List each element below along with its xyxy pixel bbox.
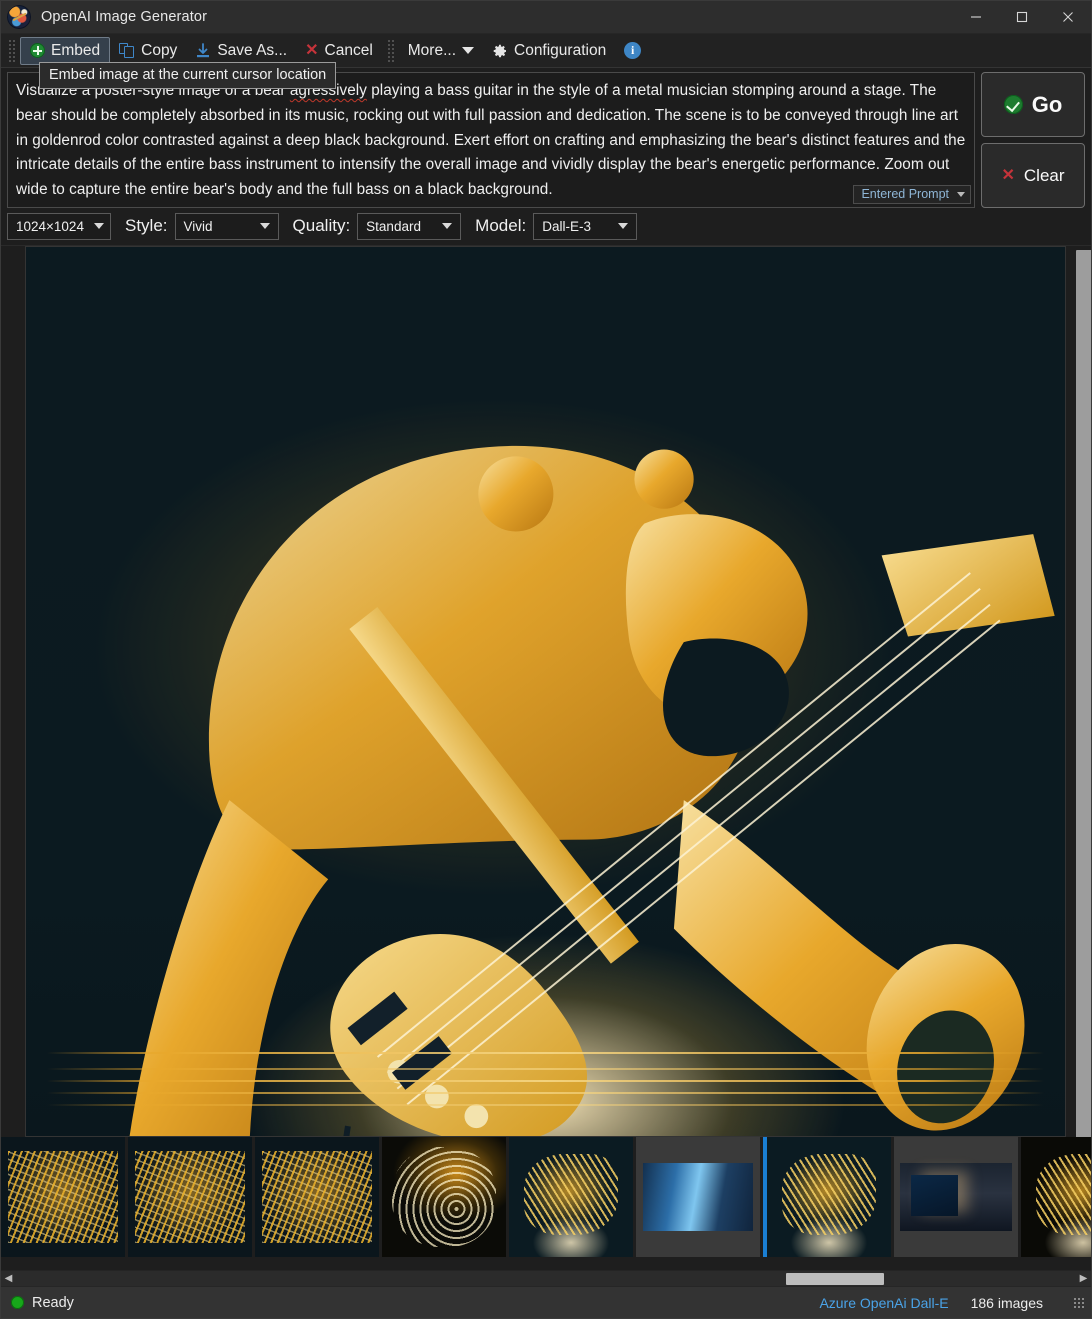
plus-circle-icon <box>30 43 45 58</box>
save-as-button[interactable]: Save As... <box>186 37 296 65</box>
scroll-left-icon[interactable]: ◀ <box>1 1273 16 1284</box>
window-title: OpenAI Image Generator <box>41 9 208 25</box>
options-row: 1024×1024 Style: Vivid Quality: Standard… <box>1 209 1091 245</box>
copy-button[interactable]: Copy <box>110 37 186 65</box>
toolbar-grip-2[interactable] <box>385 37 395 64</box>
prompt-source-label: Entered Prompt <box>861 187 949 202</box>
go-button-label: Go <box>1031 91 1063 117</box>
configuration-button-label: Configuration <box>514 41 607 59</box>
generated-image-canvas[interactable] <box>25 245 1066 1137</box>
style-dropdown[interactable]: Vivid <box>174 212 279 240</box>
go-button[interactable]: Go <box>981 72 1085 137</box>
model-value: Dall-E-3 <box>542 218 591 234</box>
thumbnail-item[interactable] <box>636 1137 760 1257</box>
style-label: Style: <box>125 216 168 236</box>
app-logo-icon <box>7 5 31 29</box>
status-service-link[interactable]: Azure OpenAi Dall-E <box>819 1295 948 1311</box>
cancel-button[interactable]: ✕ Cancel <box>296 37 382 65</box>
thumbnail-item[interactable] <box>1021 1137 1091 1257</box>
info-button[interactable]: i <box>615 37 650 65</box>
window-controls <box>953 1 1091 34</box>
thumbnail-item[interactable] <box>1 1137 125 1257</box>
thumbnail-item[interactable] <box>894 1137 1018 1257</box>
thumbnail-item[interactable] <box>382 1137 506 1257</box>
title-bar: OpenAI Image Generator <box>1 1 1091 34</box>
quality-dropdown[interactable]: Standard <box>357 212 462 240</box>
generated-image <box>26 246 1065 1136</box>
status-bar: Ready Azure OpenAi Dall-E 186 images <box>1 1286 1091 1318</box>
maximize-icon[interactable] <box>999 1 1045 34</box>
clear-button-label: Clear <box>1023 165 1065 185</box>
size-value: 1024×1024 <box>16 218 84 234</box>
chevron-down-icon <box>957 191 965 197</box>
status-indicator-icon <box>11 1296 24 1309</box>
status-image-count: 186 images <box>970 1294 1043 1311</box>
check-circle-icon <box>1003 95 1023 114</box>
save-as-button-label: Save As... <box>217 41 288 59</box>
image-viewer <box>1 244 1091 1137</box>
download-icon <box>195 42 211 59</box>
x-mark-icon: ✕ <box>1001 166 1015 184</box>
prompt-text-part2: playing a bass guitar in the style of a … <box>16 82 966 199</box>
thumbnail-item[interactable] <box>128 1137 252 1257</box>
toolbar-grip[interactable] <box>7 37 16 64</box>
info-icon: i <box>624 42 642 59</box>
toolbar: Embed Copy Save As... ✕ Cancel More... C… <box>1 34 1091 89</box>
size-dropdown[interactable]: 1024×1024 <box>7 212 111 240</box>
chevron-down-icon <box>442 223 453 230</box>
scroll-right-icon[interactable]: ▶ <box>1076 1273 1091 1284</box>
quality-label: Quality: <box>292 216 351 236</box>
stage-lines <box>26 1046 1065 1116</box>
minimize-icon[interactable] <box>953 1 999 34</box>
embed-button[interactable]: Embed <box>20 36 111 65</box>
prompt-source-dropdown[interactable]: Entered Prompt <box>853 184 971 204</box>
prompt-section: Visualize a poster-style image of a bear… <box>1 68 1091 210</box>
scrollbar-track[interactable] <box>16 1271 1076 1287</box>
status-right-group: Azure OpenAi Dall-E 186 images <box>819 1295 1085 1311</box>
chevron-down-icon <box>618 223 629 230</box>
x-mark-icon: ✕ <box>305 41 319 59</box>
model-dropdown[interactable]: Dall-E-3 <box>533 212 638 240</box>
thumbnail-item[interactable] <box>509 1137 633 1257</box>
action-buttons: Go ✕ Clear <box>981 72 1085 208</box>
gear-icon <box>492 43 508 59</box>
chevron-down-icon <box>462 47 474 54</box>
viewer-left-gutter <box>1 245 25 1137</box>
prompt-textarea[interactable]: Visualize a poster-style image of a bear… <box>7 72 975 208</box>
configuration-button[interactable]: Configuration <box>483 37 615 65</box>
chevron-down-icon <box>93 223 104 230</box>
cancel-button-label: Cancel <box>324 41 373 59</box>
model-label: Model: <box>475 216 527 236</box>
copy-button-label: Copy <box>141 41 178 59</box>
thumbnail-item-selected[interactable] <box>763 1137 891 1257</box>
scrollbar-thumb[interactable] <box>785 1272 885 1285</box>
status-state: Ready <box>32 1294 74 1311</box>
thumbnail-horizontal-scrollbar[interactable]: ◀ ▶ <box>1 1270 1091 1286</box>
style-value: Vivid <box>183 218 213 234</box>
clear-button[interactable]: ✕ Clear <box>981 143 1085 208</box>
embed-button-label: Embed <box>51 41 101 59</box>
more-button[interactable]: More... <box>399 37 483 65</box>
close-icon[interactable] <box>1045 1 1091 34</box>
thumbnail-strip <box>1 1137 1091 1270</box>
prompt-text: Visualize a poster-style image of a bear… <box>16 79 966 203</box>
quality-value: Standard <box>366 218 421 234</box>
embed-tooltip: Embed image at the current cursor locati… <box>39 62 337 89</box>
scrollbar-thumb[interactable] <box>1076 249 1091 1137</box>
viewer-vertical-scrollbar[interactable] <box>1074 245 1091 1137</box>
more-button-label: More... <box>407 41 456 59</box>
chevron-down-icon <box>259 223 270 230</box>
copy-icon <box>119 42 135 59</box>
application-window: OpenAI Image Generator Embed Copy Save A… <box>0 0 1092 1319</box>
thumbnail-item[interactable] <box>255 1137 379 1257</box>
resize-grip[interactable] <box>1073 1296 1085 1309</box>
